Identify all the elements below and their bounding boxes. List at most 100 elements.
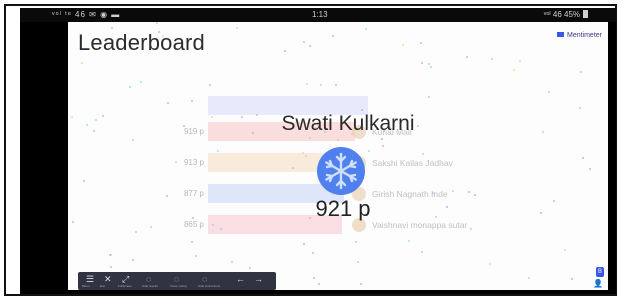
confetti-dot <box>167 102 169 104</box>
confetti-dot <box>191 100 193 102</box>
confetti-dot <box>303 243 305 245</box>
confetti-dot <box>548 91 550 93</box>
confetti-dot <box>192 217 194 219</box>
confetti-dot <box>236 27 238 29</box>
row-points: 913 p <box>183 158 204 167</box>
confetti-dot <box>195 255 197 257</box>
confetti-dot <box>446 206 448 208</box>
confetti-dot <box>313 277 315 279</box>
confetti-dot <box>357 261 359 263</box>
presentation-slide: Leaderboard Mentimeter 919 p Kunal Mali … <box>68 22 608 290</box>
confetti-dot <box>306 83 308 85</box>
audience-person-icon[interactable]: 👤 <box>593 279 603 288</box>
confetti-dot <box>217 150 219 152</box>
confetti-dot <box>408 240 410 242</box>
player-name: Sakshi Kailas Jadhav <box>372 158 453 168</box>
row-points: 865 p <box>183 220 204 229</box>
status-time: 1:13 <box>312 10 328 19</box>
confetti-dot <box>589 168 591 170</box>
confetti-dot <box>135 231 137 233</box>
back-arrow-icon[interactable]: ← <box>236 274 245 284</box>
confetti-dot <box>360 283 362 285</box>
winner-name: Swati Kulkarni <box>281 112 415 135</box>
fullscreen-icon[interactable]: ⤢ Fullscreen <box>118 274 132 288</box>
confetti-dot <box>402 44 404 46</box>
confetti-dot <box>156 22 158 24</box>
confetti-dot <box>81 62 83 64</box>
confetti-dot <box>355 241 357 243</box>
confetti-dot <box>72 221 74 223</box>
confetti-dot <box>540 212 542 214</box>
confetti-dot <box>435 216 437 218</box>
mentimeter-logo-icon <box>556 32 564 37</box>
brand-logo: Mentimeter <box>556 32 602 39</box>
confetti-dot <box>491 58 493 60</box>
confetti-dot <box>381 138 383 140</box>
row-points: 877 p <box>183 189 204 198</box>
confetti-dot <box>318 283 320 285</box>
confetti-dot <box>421 251 423 253</box>
confetti-dot <box>320 84 322 86</box>
confetti-dot <box>428 63 430 65</box>
confetti-dot <box>474 194 476 196</box>
right-black-bar <box>608 22 616 294</box>
presenter-badge-icon[interactable]: B <box>596 267 604 277</box>
confetti-dot <box>513 69 515 71</box>
confetti-dot <box>582 157 584 159</box>
confetti-dot <box>132 259 134 261</box>
confetti-dot <box>332 35 334 37</box>
forward-arrow-icon[interactable]: → <box>254 274 263 284</box>
page-title: Leaderboard <box>78 30 205 55</box>
presenter-toolbar: ☰ Menu ✕ Exit ⤢ Fullscreen ◌ Hide results ◌ C… <box>78 272 276 290</box>
left-black-bar <box>20 22 68 294</box>
confetti-dot <box>382 145 384 147</box>
battery-icon <box>583 10 588 18</box>
confetti-dot <box>519 60 521 62</box>
confetti-dot <box>365 28 367 30</box>
hide-instructions-icon[interactable]: ◌ Hide instructions <box>198 274 220 288</box>
close-voting-icon[interactable]: ◌ Close voting <box>170 274 187 288</box>
confetti-dot <box>129 86 131 88</box>
confetti-dot <box>83 180 85 182</box>
confetti-dot <box>110 266 112 268</box>
menu-icon[interactable]: ☰ Menu <box>82 274 94 288</box>
snowflake-icon <box>317 147 365 195</box>
confetti-dot <box>209 84 211 86</box>
confetti-dot <box>489 263 491 265</box>
bottom-black-bar <box>20 290 616 294</box>
confetti-dot <box>428 96 430 98</box>
confetti-dot <box>335 84 337 86</box>
confetti-dot <box>191 241 193 243</box>
confetti-dot <box>553 200 555 202</box>
confetti-dot <box>468 191 470 193</box>
confetti-dot <box>564 249 566 251</box>
confetti-dot <box>132 139 134 141</box>
device-status-bar: ᵛᵒˡ ᵗᵉ 46 ✉ ◉ ▬ 1:13 ᵛᵒˡ 46 45% <box>20 8 616 22</box>
confetti-dot <box>111 27 113 29</box>
confetti-dot <box>571 278 573 280</box>
confetti-dot <box>150 226 152 228</box>
hide-results-icon[interactable]: ◌ Hide results <box>142 274 158 288</box>
confetti-dot <box>231 261 233 263</box>
confetti-dot <box>528 277 530 279</box>
confetti-dot <box>579 107 581 109</box>
confetti-dot <box>368 150 370 152</box>
confetti-dot <box>249 267 251 269</box>
confetti-dot <box>430 66 432 68</box>
confetti-dot <box>422 153 424 155</box>
winner-score: 921 p <box>315 196 371 221</box>
close-icon[interactable]: ✕ Exit <box>100 274 112 288</box>
confetti-dot <box>452 190 454 192</box>
confetti-dot <box>140 81 142 83</box>
confetti-dot <box>421 62 423 64</box>
confetti-dot <box>466 56 468 58</box>
confetti-dot <box>309 45 311 47</box>
confetti-dot <box>303 41 305 43</box>
confetti-dot <box>109 254 111 256</box>
confetti-dot <box>542 131 544 133</box>
confetti-dot <box>580 71 582 73</box>
battery-status: ᵛᵒˡ 46 45% <box>544 8 588 22</box>
confetti-dot <box>420 42 422 44</box>
status-icons: ᵛᵒˡ ᵗᵉ 46 ✉ ◉ ▬ <box>52 10 121 19</box>
confetti-dot <box>284 50 286 52</box>
